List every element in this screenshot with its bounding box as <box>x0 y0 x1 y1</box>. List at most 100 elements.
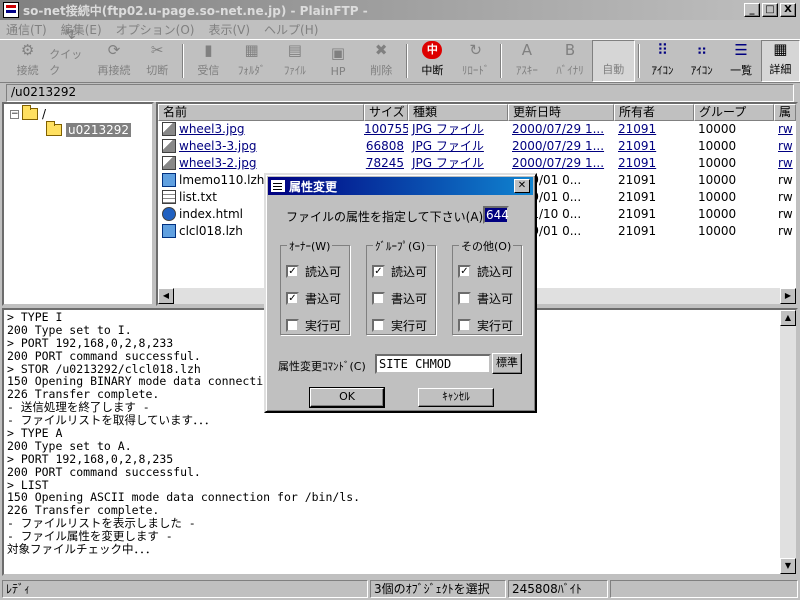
menu-view[interactable]: 表示(V) <box>208 21 250 38</box>
download-button[interactable]: ▮ 受信 <box>187 40 230 82</box>
ok-button[interactable]: OK <box>309 387 385 408</box>
tree-root[interactable]: − / <box>10 105 47 122</box>
list-view-icon: ☰ <box>734 41 748 59</box>
file-button[interactable]: ▤ ﾌｧｲﾙ <box>273 40 316 82</box>
large-icon-view-button[interactable]: ⠿ ｱｲｺﾝ <box>643 40 682 82</box>
scroll-up-icon[interactable]: ▲ <box>780 310 796 326</box>
collapse-icon[interactable]: − <box>10 109 19 119</box>
folder-tree[interactable]: − / u0213292 <box>2 102 154 306</box>
attribute-value-input[interactable]: 644 <box>483 206 509 224</box>
checkbox-unchecked[interactable] <box>372 319 385 332</box>
close-button[interactable]: X <box>780 3 796 17</box>
checkbox-checked[interactable]: ✓ <box>458 265 471 278</box>
quick-connect-button[interactable]: ↯ クイック <box>49 25 92 82</box>
cancel-button[interactable]: ｷｬﾝｾﾙ <box>418 388 494 407</box>
column-owner[interactable]: 所有者 <box>614 104 694 121</box>
checkbox-checked[interactable]: ✓ <box>286 292 299 305</box>
connect-icon: ⚙ <box>20 41 35 59</box>
permission-checkbox-row[interactable]: ✓ 読込可 <box>286 263 341 280</box>
log-line: - ファイルリストを取得しています．．． <box>7 413 216 428</box>
permission-checkbox-row[interactable]: 書込可 <box>372 290 427 307</box>
small-icon-view-icon: ⠶ <box>696 41 708 59</box>
large-icon-view-icon: ⠿ <box>657 41 669 59</box>
homepage-button[interactable]: ▣ HP <box>316 40 359 82</box>
details-view-button[interactable]: ▦ 詳細 <box>760 40 800 82</box>
permission-checkbox-row[interactable]: 実行可 <box>372 317 427 334</box>
tree-item-u0213292[interactable]: u0213292 <box>46 121 132 138</box>
path-bar: /u0213292 <box>6 84 794 102</box>
table-row[interactable]: wheel3.jpg 100755 JPG ファイル 2000/07/29 1... 2… <box>158 121 796 138</box>
column-size[interactable]: サイズ <box>364 104 408 121</box>
image-file-icon <box>162 156 176 170</box>
scroll-left-icon[interactable]: ◀ <box>158 288 174 304</box>
checkbox-unchecked[interactable] <box>286 319 299 332</box>
checkbox-label: 読込可 <box>391 265 428 279</box>
cell-group: 10000 <box>698 173 737 187</box>
column-group[interactable]: グループ <box>694 104 774 121</box>
folder-icon: ▦ <box>244 41 259 59</box>
menu-help[interactable]: ヘルプ(H) <box>264 21 318 38</box>
archive-file-icon <box>162 173 176 187</box>
checkbox-label: 実行可 <box>477 319 514 333</box>
log-line: 200 Type set to A. <box>7 438 132 453</box>
log-line: 200 PORT command successful. <box>7 464 201 479</box>
minimize-button[interactable]: _ <box>744 3 760 17</box>
permission-checkbox-row[interactable]: 実行可 <box>286 317 341 334</box>
checkbox-checked[interactable]: ✓ <box>286 265 299 278</box>
maximize-button[interactable]: □ <box>762 3 778 17</box>
title-bar: so-net接続中(ftp02.u-page.so-net.ne.jp) - P… <box>0 0 800 20</box>
checkbox-label: 読込可 <box>477 265 514 279</box>
tree-root-label: / <box>42 107 47 121</box>
dialog-close-button[interactable]: ✕ <box>514 179 530 193</box>
toolbar-separator <box>405 44 408 78</box>
column-type[interactable]: 種類 <box>408 104 508 121</box>
binary-button[interactable]: B ﾊﾞｲﾅﾘ <box>548 40 591 82</box>
cell-type: JPG ファイル <box>412 156 484 170</box>
command-label: 属性変更ｺﾏﾝﾄﾞ(C) <box>278 360 366 373</box>
command-input[interactable]: SITE CHMOD <box>375 354 491 374</box>
vertical-scrollbar[interactable]: ▲ ▼ <box>780 310 796 574</box>
permission-checkbox-row[interactable]: ✓ 読込可 <box>458 263 513 280</box>
menu-options[interactable]: オプション(O) <box>116 21 195 38</box>
text-file-icon <box>162 190 176 204</box>
menu-communication[interactable]: 通信(T) <box>6 21 47 38</box>
app-icon[interactable] <box>3 2 19 18</box>
ascii-icon: A <box>521 41 532 59</box>
permission-checkbox-row[interactable]: 書込可 <box>458 290 513 307</box>
scroll-down-icon[interactable]: ▼ <box>780 558 796 574</box>
image-file-icon <box>162 122 176 136</box>
delete-button[interactable]: ✖ 削除 <box>360 40 403 82</box>
small-icon-view-button[interactable]: ⠶ ｱｲｺﾝ <box>682 40 721 82</box>
column-date[interactable]: 更新日時 <box>508 104 614 121</box>
scroll-right-icon[interactable]: ▶ <box>780 288 796 304</box>
status-bar: ﾚﾃﾞｨ 3個のｵﾌﾞｼﾞｪｸﾄを選択 245808ﾊﾞｲﾄ <box>0 578 800 600</box>
list-view-button[interactable]: ☰ 一覧 <box>721 40 760 82</box>
checkbox-checked[interactable]: ✓ <box>372 265 385 278</box>
cell-type: JPG ファイル <box>412 122 484 136</box>
table-row[interactable]: wheel3-3.jpg 66808 JPG ファイル 2000/07/29 1...… <box>158 138 796 155</box>
toolbar: ⚙ 接続 ↯ クイック ⟳ 再接続 ✂ 切断 ▮ 受信 ▦ ﾌｫﾙﾀﾞ ▤ ﾌｧｲﾙ ▣ HP … <box>0 25 800 83</box>
checkbox-unchecked[interactable] <box>458 319 471 332</box>
permission-checkbox-row[interactable]: 実行可 <box>458 317 513 334</box>
table-row[interactable]: wheel3-2.jpg 78245 JPG ファイル 2000/07/29 1...… <box>158 155 796 172</box>
column-attr[interactable]: 属 <box>774 104 796 121</box>
permission-checkbox-row[interactable]: ✓ 読込可 <box>372 263 427 280</box>
connect-button[interactable]: ⚙ 接続 <box>6 40 49 82</box>
reconnect-button[interactable]: ⟳ 再接続 <box>92 40 135 82</box>
checkbox-unchecked[interactable] <box>458 292 471 305</box>
cell-name: wheel3-3.jpg <box>158 138 364 155</box>
abort-button[interactable]: 中中断 <box>411 40 454 82</box>
cell-owner: 21091 <box>618 224 657 238</box>
default-button[interactable]: 標準 <box>492 353 522 374</box>
checkbox-unchecked[interactable] <box>372 292 385 305</box>
reload-button[interactable]: ↻ ﾘﾛｰﾄﾞ <box>454 40 497 82</box>
folder-button[interactable]: ▦ ﾌｫﾙﾀﾞ <box>230 40 273 82</box>
auto-button[interactable]: 自動 <box>591 40 635 82</box>
status-extra <box>610 580 798 598</box>
cell-name: wheel3-2.jpg <box>158 155 364 172</box>
disconnect-button[interactable]: ✂ 切断 <box>136 40 179 82</box>
ascii-button[interactable]: A ｱｽｷｰ <box>505 40 548 82</box>
permission-checkbox-row[interactable]: ✓ 書込可 <box>286 290 341 307</box>
column-name[interactable]: 名前 <box>158 104 364 121</box>
cell-date: 2000/07/29 1... <box>512 122 605 136</box>
